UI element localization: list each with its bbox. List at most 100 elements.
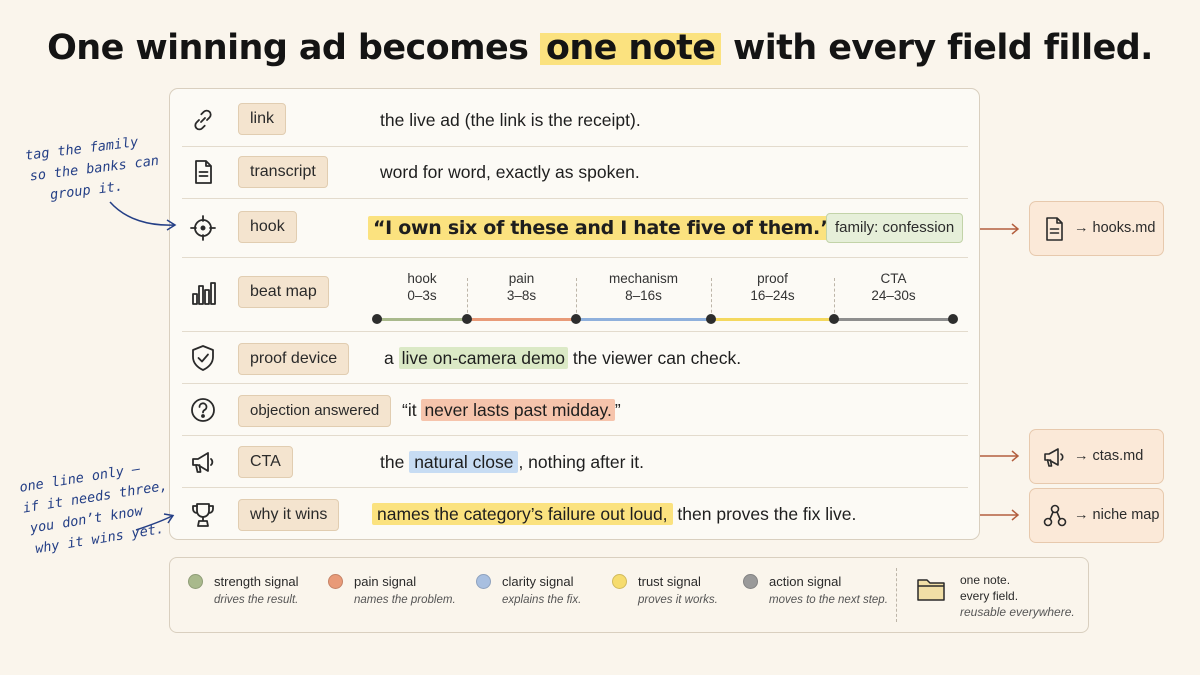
row-cta: CTA the natural close, nothing after it. — [182, 442, 968, 482]
title-highlight: one note — [539, 28, 722, 68]
legend-name: clarity signal — [502, 574, 574, 589]
page-title: One winning ad becomes one note with eve… — [0, 28, 1200, 68]
beat-divider — [467, 278, 468, 318]
beat-segment-cta — [834, 318, 953, 321]
row-divider — [182, 146, 968, 147]
beat-divider — [834, 278, 835, 318]
legend-name: trust signal — [638, 574, 701, 589]
cta-post: , nothing after it. — [518, 452, 644, 472]
objection-mark: never lasts past midday. — [421, 399, 615, 421]
output-ctas-label: → ctas.md — [1074, 448, 1144, 464]
summary-line: reusable everywhere. — [960, 605, 1075, 619]
crosshair-icon — [188, 213, 218, 243]
field-label-hook: hook — [238, 211, 297, 243]
field-value-proof-device: a live on-camera demo the viewer can che… — [384, 347, 742, 369]
field-value-objection: “it never lasts past midday.” — [402, 399, 621, 421]
cta-mark: natural close — [409, 451, 519, 473]
beat-range: 24–30s — [871, 288, 916, 303]
legend-desc: explains the fix. — [502, 594, 582, 606]
beat-marker — [462, 314, 472, 324]
output-niche-map-label: → niche map — [1074, 507, 1160, 523]
annotation-arrow — [135, 513, 175, 531]
shield-check-icon — [188, 343, 218, 373]
field-label-transcript: transcript — [238, 156, 328, 188]
legend-swatch — [188, 574, 203, 589]
row-beat-map: beat map hook 0–3s pain 3–8s mechanism 8–16s p… — [182, 262, 968, 330]
field-label-link: link — [238, 103, 287, 135]
document-icon — [1042, 215, 1068, 243]
connector-arrow — [980, 223, 1020, 235]
hook-quote: “I own six of these and I hate five of t… — [368, 216, 838, 240]
row-hook: hook “I own six of these and I hate five… — [182, 205, 968, 251]
row-divider — [182, 331, 968, 332]
link-icon — [188, 105, 218, 135]
row-divider — [182, 487, 968, 488]
field-label-cta: CTA — [238, 446, 293, 478]
row-divider — [182, 435, 968, 436]
beat-segment-mechanism — [576, 318, 711, 321]
title-prefix: One winning ad becomes — [47, 28, 540, 68]
row-proof-device: proof device a live on-camera demo the v… — [182, 338, 968, 378]
legend-name: pain signal — [354, 574, 417, 589]
row-transcript: transcript word for word, exactly as spo… — [182, 152, 968, 192]
beat-marker — [829, 314, 839, 324]
beat-name: proof — [757, 271, 788, 286]
legend-desc: drives the result. — [214, 594, 299, 606]
summary-line: every field. — [960, 589, 1019, 603]
field-label-proof-device: proof device — [238, 343, 350, 375]
beat-name: CTA — [880, 271, 907, 286]
beat-label: hook 0–3s — [377, 270, 467, 304]
beat-range: 3–8s — [506, 288, 537, 303]
legend-swatch — [612, 574, 627, 589]
field-label-objection: objection answered — [238, 395, 392, 427]
field-value-transcript: word for word, exactly as spoken. — [380, 162, 640, 182]
document-icon — [188, 157, 218, 187]
beat-marker — [706, 314, 716, 324]
legend-desc: names the problem. — [354, 594, 456, 606]
megaphone-icon — [1042, 443, 1068, 471]
row-objection: objection answered “it never lasts past … — [182, 390, 968, 430]
why-mark: names the category’s failure out loud, — [372, 503, 673, 525]
legend-divider — [896, 568, 897, 622]
output-ctas: → ctas.md — [1029, 429, 1164, 484]
title-suffix: with every field filled. — [721, 28, 1153, 68]
proof-pre: a — [384, 348, 399, 368]
why-post: then proves the fix live. — [672, 504, 857, 524]
legend-name: action signal — [769, 574, 842, 589]
network-icon — [1042, 502, 1068, 530]
megaphone-icon — [188, 447, 218, 477]
proof-post: the viewer can check. — [568, 348, 742, 368]
field-label-why: why it wins — [238, 499, 340, 531]
legend-desc: moves to the next step. — [769, 594, 888, 606]
signal-legend: strength signal drives the result. pain … — [169, 557, 1089, 633]
proof-mark: live on-camera demo — [398, 347, 569, 369]
beat-marker — [948, 314, 958, 324]
beat-marker — [372, 314, 382, 324]
row-why-it-wins: why it wins names the category’s failure… — [182, 494, 968, 536]
beat-range: 8–16s — [625, 288, 662, 303]
beat-label: mechanism 8–16s — [576, 270, 711, 304]
annotation-arrow — [109, 201, 177, 231]
legend-desc: proves it works. — [638, 594, 718, 606]
annotation-tag-family: tag the family so the banks can group it… — [24, 130, 163, 209]
row-link: link the live ad (the link is the receip… — [182, 100, 968, 140]
legend-swatch — [743, 574, 758, 589]
beat-range: 16–24s — [750, 288, 795, 303]
field-value-hook: “I own six of these and I hate five of t… — [368, 216, 838, 240]
output-hooks: → hooks.md — [1029, 201, 1164, 256]
beat-label: proof 16–24s — [711, 270, 834, 304]
field-value-link: the live ad (the link is the receipt). — [380, 110, 641, 130]
beat-name: hook — [407, 271, 437, 286]
beat-segment-pain — [467, 318, 576, 321]
connector-arrow — [980, 509, 1020, 521]
objection-pre: “it — [402, 400, 422, 420]
row-divider — [182, 198, 968, 199]
trophy-icon — [188, 500, 218, 530]
beat-marker — [571, 314, 581, 324]
output-hooks-label: → hooks.md — [1074, 220, 1156, 236]
beat-label: pain 3–8s — [467, 270, 576, 304]
legend-name: strength signal — [214, 574, 299, 589]
beat-segment-hook — [377, 318, 467, 321]
beat-range: 0–3s — [407, 288, 437, 303]
row-divider — [182, 383, 968, 384]
